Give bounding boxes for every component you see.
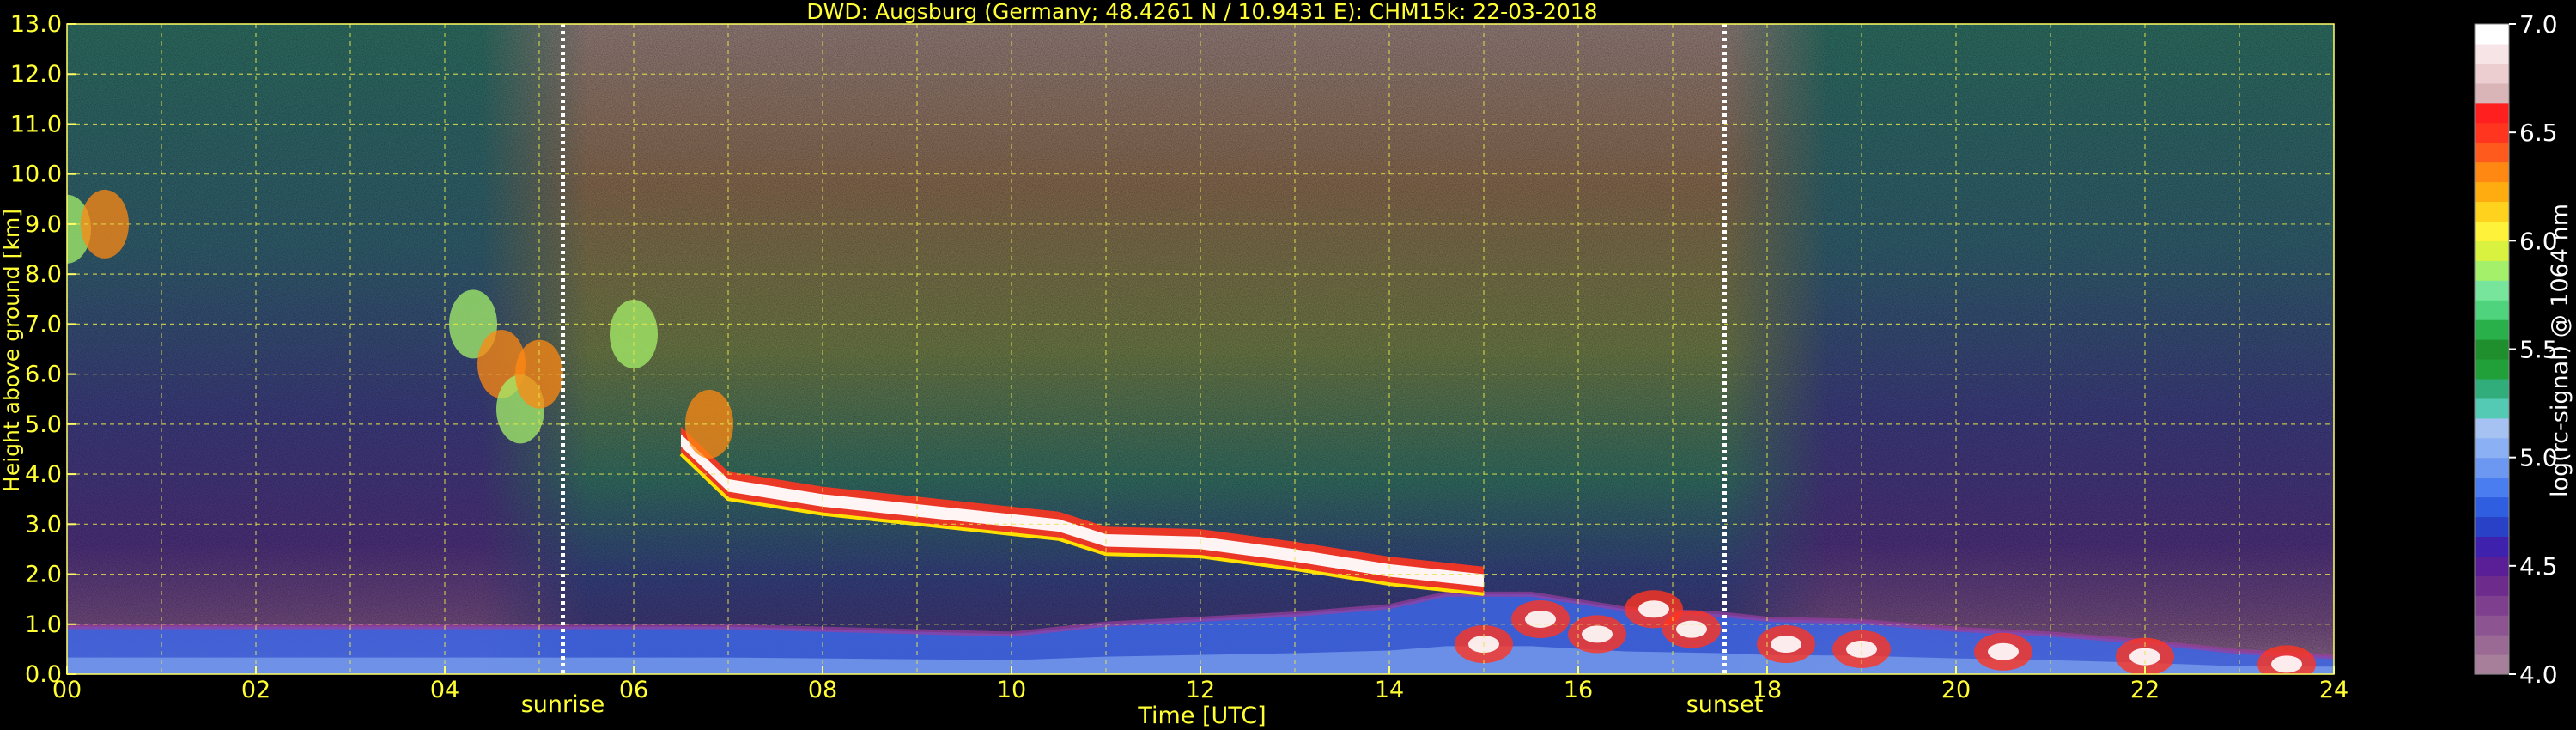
colorbar-segment [2475, 556, 2509, 576]
sunrise-label: sunrise [521, 691, 605, 718]
ceilometer-plot: DWD: Augsburg (Germany; 48.4261 N / 10.9… [0, 0, 2573, 729]
colorbar-segment [2475, 575, 2509, 596]
x-tick-label: 06 [619, 677, 648, 703]
y-tick-label: 9.0 [25, 211, 62, 238]
x-tick-label: 20 [1941, 677, 1971, 703]
y-tick-label: 2.0 [25, 562, 62, 588]
colorbar-segment [2475, 240, 2509, 261]
y-tick-label: 3.0 [25, 511, 62, 538]
colorbar-segment [2475, 398, 2509, 419]
colorbar-segment [2475, 319, 2509, 340]
colorbar-segment [2475, 595, 2509, 616]
colorbar-segment [2475, 378, 2509, 399]
cirrus-patch [685, 389, 733, 459]
colorbar-segment [2475, 358, 2509, 380]
colorbar-segment [2475, 339, 2509, 360]
plot-area [67, 24, 2334, 674]
colorbar-segment [2475, 280, 2509, 301]
colorbar-tick-label: 4.0 [2519, 660, 2558, 689]
colorbar-segment [2475, 82, 2509, 104]
x-tick-label: 04 [430, 677, 459, 703]
y-tick-label: 10.0 [10, 161, 62, 188]
colorbar-segment [2475, 635, 2509, 655]
low-cloud-core [1771, 636, 1801, 654]
low-cloud-core [1676, 620, 1707, 638]
colorbar-tick-label: 7.0 [2519, 10, 2558, 39]
colorbar-segment [2475, 477, 2509, 498]
x-tick-label: 22 [2130, 677, 2160, 703]
colorbar-segment [2475, 457, 2509, 478]
colorbar-segment [2475, 43, 2509, 64]
y-tick-label: 7.0 [25, 311, 62, 338]
colorbar-label: log(rc-signal) @ 1064 nm [2547, 204, 2573, 497]
low-cloud-core [1988, 642, 2019, 660]
colorbar [2474, 23, 2510, 675]
colorbar-tick-label: 4.5 [2519, 552, 2558, 581]
x-tick-label: 08 [808, 677, 837, 703]
x-tick-label: 10 [997, 677, 1026, 703]
low-cloud-core [1582, 625, 1613, 643]
y-tick-label: 11.0 [10, 111, 62, 137]
x-tick-label: 16 [1564, 677, 1593, 703]
y-tick-label: 8.0 [25, 261, 62, 288]
colorbar-segment [2475, 63, 2509, 84]
x-axis-label: Time [UTC] [1137, 703, 1266, 729]
low-cloud-core [2271, 655, 2302, 673]
colorbar-segment [2475, 142, 2509, 163]
colorbar-segment [2475, 24, 2509, 45]
y-tick-label: 0.0 [25, 661, 62, 688]
y-tick-label: 13.0 [10, 11, 62, 38]
y-axis-label: Height above ground [km] [0, 209, 24, 492]
x-tick-label: 02 [241, 677, 270, 703]
colorbar-segment [2475, 437, 2509, 459]
x-tick-label: 12 [1186, 677, 1215, 703]
low-cloud-core [1525, 610, 1556, 628]
colorbar-segment [2475, 516, 2509, 538]
colorbar-segment [2475, 161, 2509, 183]
chart-title: DWD: Augsburg (Germany; 48.4261 N / 10.9… [806, 0, 1597, 24]
x-tick-label: 14 [1375, 677, 1404, 703]
colorbar-segment [2475, 615, 2509, 636]
colorbar-segment [2475, 417, 2509, 439]
colorbar-segment [2475, 201, 2509, 222]
colorbar-segment [2475, 300, 2509, 320]
colorbar-segment [2475, 654, 2509, 675]
y-tick-label: 4.0 [25, 461, 62, 488]
colorbar-segment [2475, 536, 2509, 557]
y-tick-label: 6.0 [25, 362, 62, 388]
low-cloud-core [1638, 600, 1669, 618]
y-tick-label: 5.0 [25, 411, 62, 438]
y-tick-label: 12.0 [10, 61, 62, 88]
colorbar-segment [2475, 102, 2509, 124]
colorbar-tick-label: 6.5 [2519, 119, 2558, 147]
colorbar-segment [2475, 122, 2509, 143]
colorbar-segment [2475, 496, 2509, 518]
sunset-label: sunset [1686, 691, 1764, 718]
x-tick-label: 24 [2319, 677, 2348, 703]
colorbar-segment [2475, 181, 2509, 203]
y-tick-label: 1.0 [25, 611, 62, 638]
colorbar-segment [2475, 221, 2509, 241]
colorbar-segment [2475, 260, 2509, 281]
